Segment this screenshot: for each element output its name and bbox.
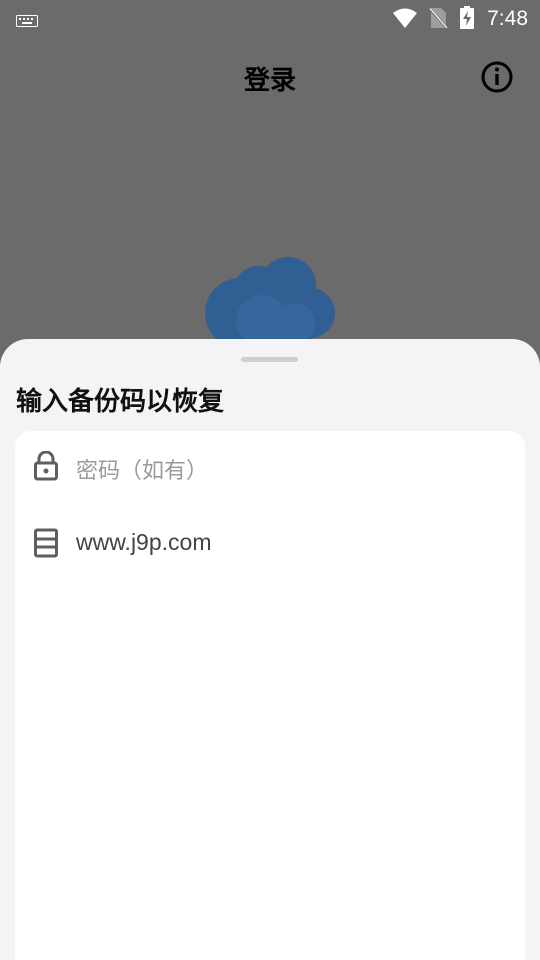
bottom-sheet: 输入备份码以恢复 密码（如有） www.j9p.com bbox=[0, 339, 540, 960]
status-time: 7:48 bbox=[487, 7, 528, 30]
password-input[interactable]: 密码（如有） bbox=[76, 453, 208, 485]
battery-charging-icon bbox=[459, 6, 475, 34]
password-field[interactable]: 密码（如有） bbox=[15, 439, 525, 499]
sheet-title: 输入备份码以恢复 bbox=[16, 387, 225, 417]
server-icon bbox=[34, 528, 58, 562]
server-input[interactable]: www.j9p.com bbox=[76, 529, 211, 556]
wifi-icon bbox=[392, 7, 418, 33]
server-field[interactable]: www.j9p.com bbox=[15, 516, 525, 576]
status-bar: 7:48 bbox=[0, 0, 540, 36]
app-bar: 登录 bbox=[0, 36, 540, 120]
keyboard-icon bbox=[16, 12, 38, 31]
no-sim-icon bbox=[428, 7, 448, 33]
drag-handle[interactable] bbox=[241, 357, 298, 362]
form-card: 密码（如有） www.j9p.com bbox=[15, 431, 525, 960]
info-button[interactable] bbox=[480, 60, 514, 94]
lock-icon bbox=[34, 450, 58, 485]
info-icon bbox=[481, 61, 513, 93]
page-title: 登录 bbox=[243, 66, 296, 96]
